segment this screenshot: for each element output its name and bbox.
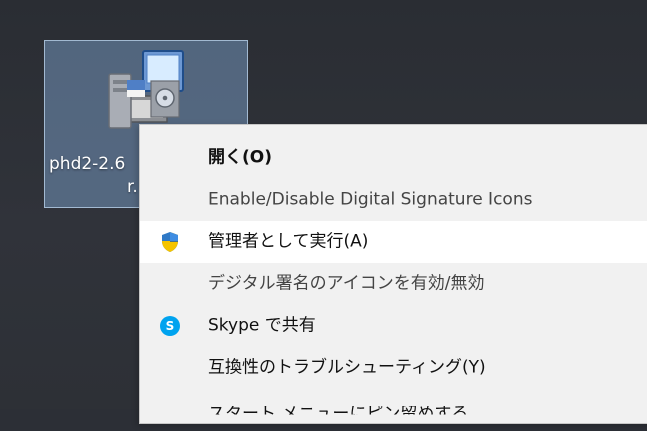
menu-item-digital-signature-icon-toggle-label: デジタル署名のアイコンを有効/無効: [208, 273, 485, 294]
context-menu: 開く(O) Enable/Disable Digital Signature I…: [139, 124, 647, 424]
uac-shield-icon: [162, 232, 178, 252]
menu-item-digital-signature-icon-toggle[interactable]: デジタル署名のアイコンを有効/無効: [140, 263, 647, 305]
menu-item-troubleshoot-compatibility[interactable]: 互換性のトラブルシューティング(Y): [140, 347, 647, 389]
menu-item-open-label: 開く(O): [208, 147, 272, 168]
menu-item-enable-disable-digital-signature-icons-label: Enable/Disable Digital Signature Icons: [208, 189, 533, 210]
menu-item-run-as-administrator-label: 管理者として実行(A): [208, 231, 369, 252]
menu-item-share-with-skype-label: Skype で共有: [208, 315, 316, 336]
menu-item-troubleshoot-compatibility-label: 互換性のトラブルシューティング(Y): [208, 357, 486, 378]
menu-item-pin-to-start[interactable]: スタート メニューにピン留めする: [140, 389, 647, 431]
svg-text:S: S: [166, 319, 175, 333]
menu-item-run-as-administrator[interactable]: 管理者として実行(A): [140, 221, 647, 263]
skype-icon: S: [160, 316, 180, 336]
menu-item-open[interactable]: 開く(O): [140, 137, 647, 179]
menu-item-enable-disable-digital-signature-icons[interactable]: Enable/Disable Digital Signature Icons: [140, 179, 647, 221]
desktop-icon-label-line1: phd2-2.6: [49, 154, 126, 174]
menu-item-share-with-skype[interactable]: S Skype で共有: [140, 305, 647, 347]
